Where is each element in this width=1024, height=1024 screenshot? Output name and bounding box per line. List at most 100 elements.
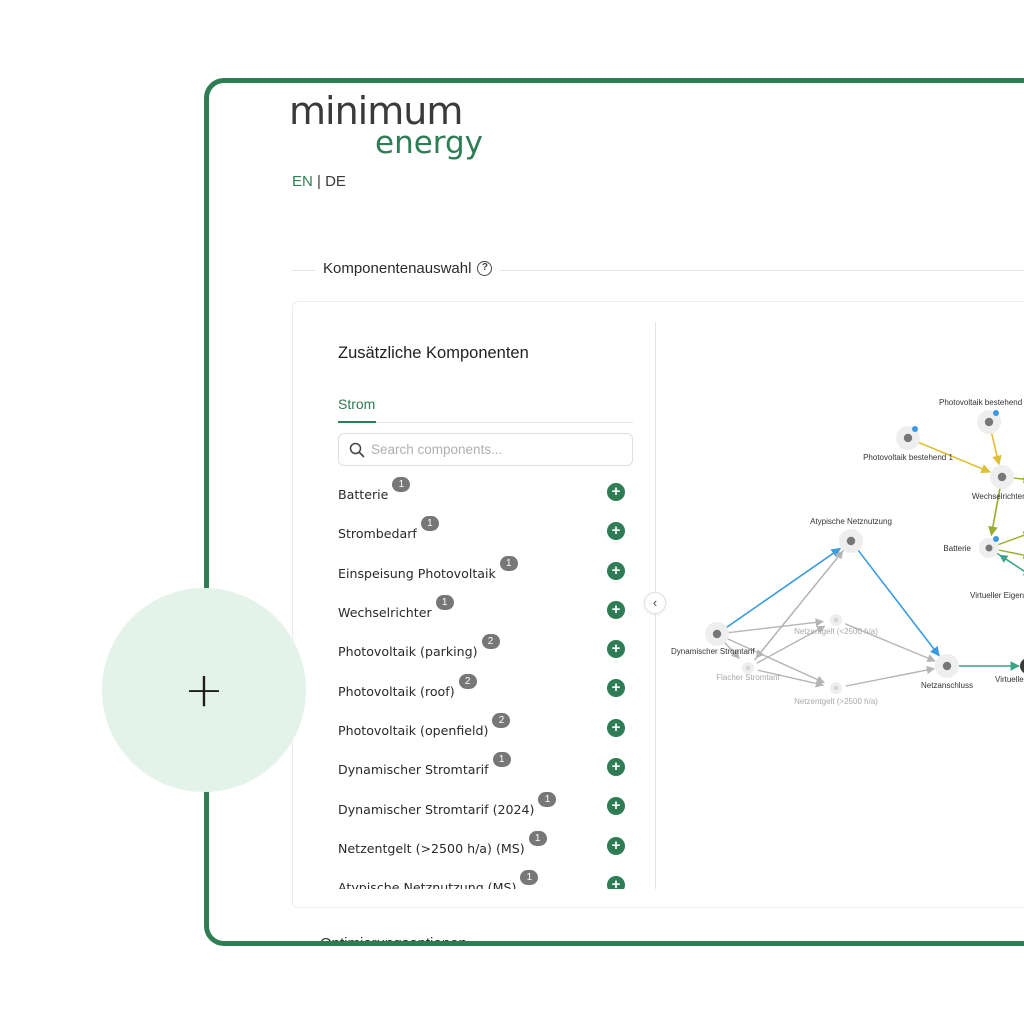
lang-de-link[interactable]: DE [325,173,346,190]
search-icon [349,442,365,457]
graph-edge [916,441,991,474]
component-name: Dynamischer Stromtarif (2024) [338,801,535,817]
count-badge: 2 [481,634,500,650]
add-component-button[interactable]: + [607,483,625,501]
add-component-button[interactable]: + [607,875,625,889]
component-name: Netzentgelt (>2500 h/a) (MS) [338,840,525,856]
search-box [338,433,633,466]
lang-en-link[interactable]: EN [292,173,313,190]
graph-node-pv_bestehend[interactable] [977,410,1001,434]
graph-node-label: Netzanschluss [921,681,973,690]
component-name: Photovoltaik (roof) [338,683,455,699]
graph-node-label: Wechselrichter [972,492,1024,501]
component-list-item: Photovoltaik (roof) 2 + [338,668,633,707]
component-name: Dynamischer Stromtarif [338,762,489,778]
graph-node-label: Dynamischer Stromtarif [671,647,755,656]
graph-node-atypische[interactable] [839,529,863,553]
graph-edge [723,640,740,660]
section-header: Komponentenauswahl ? [315,260,501,277]
graph-edge [757,669,825,688]
graph-node-flacher[interactable] [742,662,754,674]
component-name: Photovoltaik (parking) [338,644,478,660]
section-title: Komponentenauswahl [323,260,472,277]
graph-edge [844,623,936,663]
add-component-button[interactable]: + [607,600,625,619]
graph-edge [753,550,844,661]
component-list-item: Batterie 1 + [338,472,633,511]
add-component-button[interactable]: + [607,640,625,659]
plus-icon: + [183,662,225,718]
add-component-button[interactable]: + [607,561,625,580]
component-name: Atypische Netznutzung (MS) [338,880,517,889]
logo: minimum energy [289,91,489,163]
add-circle-button[interactable]: + [102,588,306,792]
count-badge: 1 [528,830,547,846]
app-window: minimum energy EN | DE Komponentenauswah… [204,78,1024,946]
component-list-item: Netzentgelt (>2500 h/a) (MS) 1 + [338,826,633,865]
component-name: Einspeisung Photovoltaik [338,565,496,581]
component-name: Photovoltaik (openfield) [338,722,489,738]
count-badge: 2 [458,673,477,689]
component-card: Zusätzliche Komponenten Strom Batterie1+… [292,301,1024,908]
add-component-button[interactable]: + [607,718,625,737]
add-component-button[interactable]: + [607,836,625,855]
collapse-panel-button[interactable]: ‹ [644,592,666,614]
graph-edge [990,431,1002,466]
graph-edge [988,486,1001,537]
component-list-item: Dynamischer Stromtarif (2024) 1 + [338,786,633,825]
component-list-item: Photovoltaik (openfield) 2 + [338,708,633,747]
graph-edge [756,625,826,664]
graph-node-netzentgelt_low[interactable] [830,614,842,626]
graph-node-label: Netzentgelt (<2500 h/a) [794,627,878,636]
search-input[interactable] [371,442,621,457]
graph-node-batterie[interactable] [979,538,999,558]
graph-edge [856,548,940,657]
help-icon[interactable]: ? [477,261,493,276]
optimization-section-title: Optimierungsoptionen [320,935,467,946]
graph-node-pv_bestehend_1[interactable] [896,426,920,450]
graph-node-label: Netzentgelt (>2500 h/a) [794,697,878,706]
graph-edge [726,618,824,634]
component-list: Batterie 1 + Strombedarf 1 + Einspeisung Photo… [338,472,633,889]
count-badge: 1 [435,595,454,611]
component-name: Wechselrichter [338,605,432,621]
tab-strom[interactable]: Strom [338,396,375,412]
graph-node-label: Batterie [943,544,971,553]
graph-edge [996,552,1024,577]
active-tab-indicator [338,421,376,423]
graph-node-label: Photovoltaik bestehend [939,398,1022,407]
add-component-button[interactable]: + [607,679,625,698]
add-component-button[interactable]: + [607,522,625,541]
count-badge: 1 [538,791,557,807]
graph-node-netzanschluss[interactable] [935,654,959,678]
count-badge: 1 [520,870,539,886]
graph-edge [998,531,1024,546]
component-list-item: Atypische Netznutzung (MS) 1 + [338,865,633,889]
graph-edge [845,665,936,687]
graph-node-virtueller[interactable] [1020,658,1024,674]
component-list-item: Photovoltaik (parking) 2 + [338,629,633,668]
graph-node-label: Photovoltaik bestehend 1 [863,453,953,462]
count-badge: 2 [492,712,511,728]
screen: minimum energy EN | DE Komponentenauswah… [0,0,1024,1024]
language-switcher: EN | DE [292,173,346,190]
graph-edge [724,547,842,629]
count-badge: 1 [492,752,511,768]
count-badge: 1 [499,555,518,571]
logo-text-energy: energy [375,125,484,161]
graph-edge [998,549,1024,560]
lang-separator: | [312,173,326,190]
graph-node-dynamischer[interactable] [705,622,729,646]
count-badge: 1 [420,516,439,532]
add-component-button[interactable]: + [607,758,625,777]
add-component-button[interactable]: + [607,797,625,816]
graph-edge [725,637,825,684]
component-name: Batterie [338,487,389,503]
graph-node-wechselrichter[interactable] [990,465,1014,489]
graph-node-label: Virtueller Eigen [970,591,1024,600]
graph-edge [999,554,1024,572]
graph-node-netzentgelt_high[interactable] [830,682,842,694]
count-badge: 1 [392,477,411,493]
component-list-item: Einspeisung Photovoltaik 1 + [338,551,633,590]
graph-edge [755,548,846,659]
